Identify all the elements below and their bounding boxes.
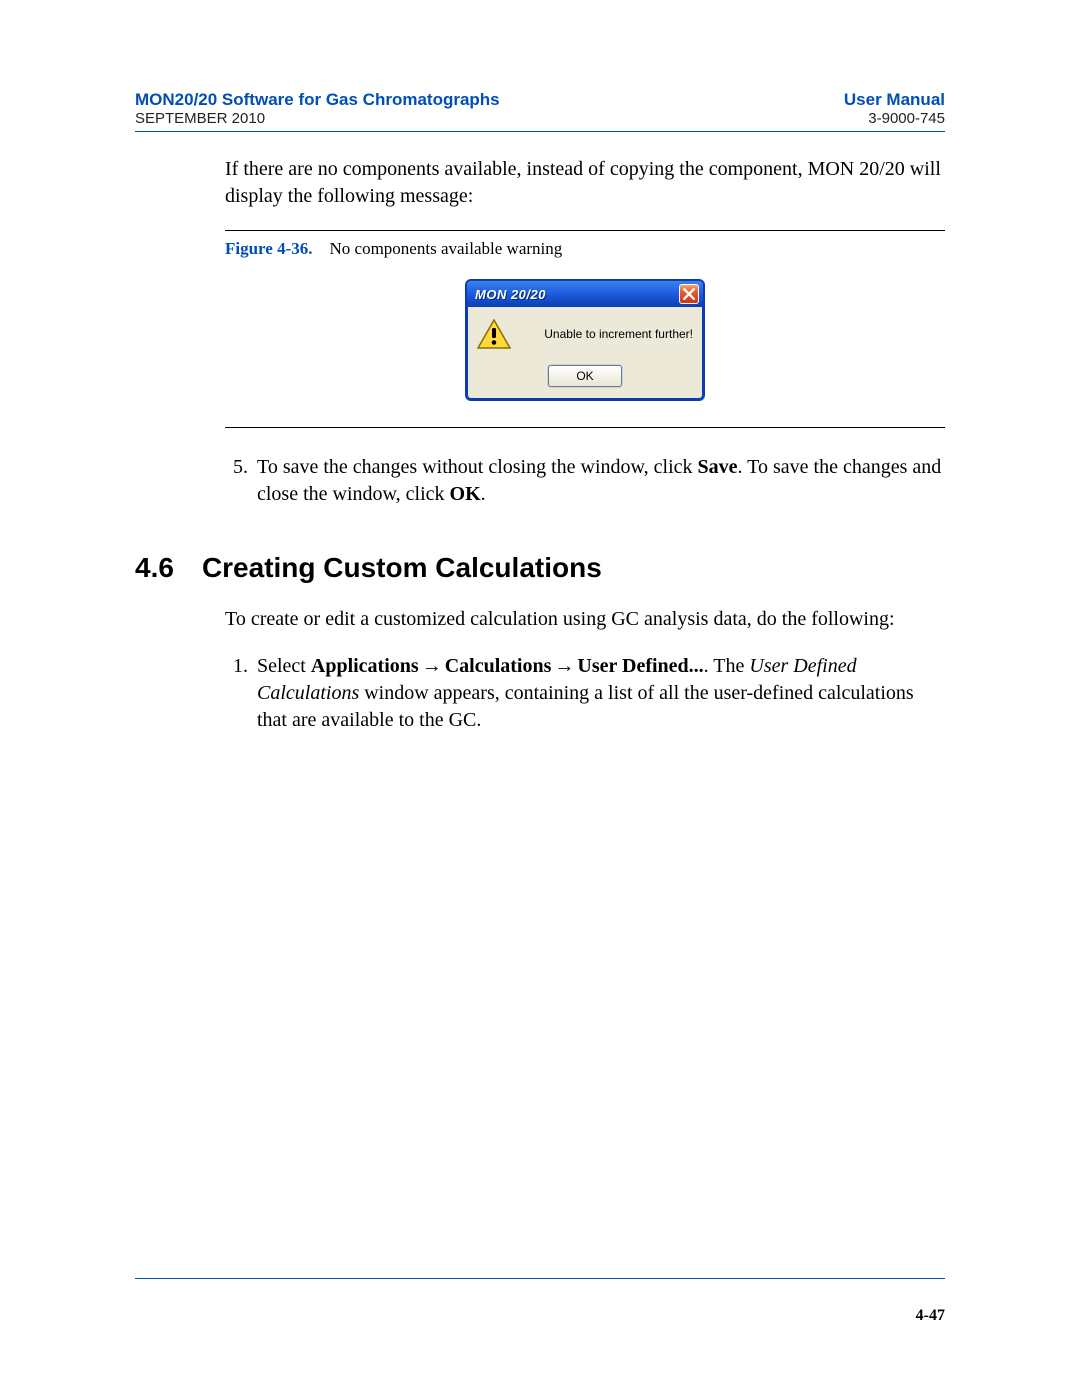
close-button[interactable]	[679, 284, 699, 304]
step-5-list: To save the changes without closing the …	[225, 454, 945, 508]
figure-block: Figure 4-36. No components available war…	[225, 230, 945, 428]
step-5: To save the changes without closing the …	[253, 454, 945, 508]
section-intro: To create or edit a customized calculati…	[135, 606, 945, 633]
section-heading: 4.6 Creating Custom Calculations	[135, 552, 945, 584]
dialog-titlebar: MON 20/20	[467, 281, 703, 307]
warning-icon	[477, 319, 511, 349]
header-left-sub: SEPTEMBER 2010	[135, 110, 265, 127]
header-right-title: User Manual	[844, 90, 945, 110]
step-1: Select Applications→Calculations→User De…	[253, 653, 945, 734]
footer-rule	[135, 1278, 945, 1279]
page-header: MON20/20 Software for Gas Chromatographs…	[135, 90, 945, 110]
dialog-title: MON 20/20	[475, 287, 546, 302]
dialog-message: Unable to increment further!	[521, 327, 693, 341]
header-left-title: MON20/20 Software for Gas Chromatographs	[135, 90, 500, 110]
header-rule	[135, 131, 945, 132]
figure-label: Figure 4-36.	[225, 239, 313, 258]
step-1-list: Select Applications→Calculations→User De…	[225, 653, 945, 734]
intro-paragraph: If there are no components available, in…	[225, 156, 945, 210]
figure-caption-text: No components available warning	[330, 239, 563, 258]
figure-caption: Figure 4-36. No components available war…	[225, 239, 945, 259]
page-subheader: SEPTEMBER 2010 3-9000-745	[135, 110, 945, 127]
section-number: 4.6	[135, 552, 174, 584]
ok-button[interactable]: OK	[548, 365, 622, 387]
warning-dialog: MON 20/20 Unable to incre	[465, 279, 705, 401]
header-right-sub: 3-9000-745	[868, 110, 945, 127]
close-icon	[683, 288, 695, 300]
section-title: Creating Custom Calculations	[202, 552, 602, 584]
page-number: 4-47	[916, 1307, 945, 1325]
